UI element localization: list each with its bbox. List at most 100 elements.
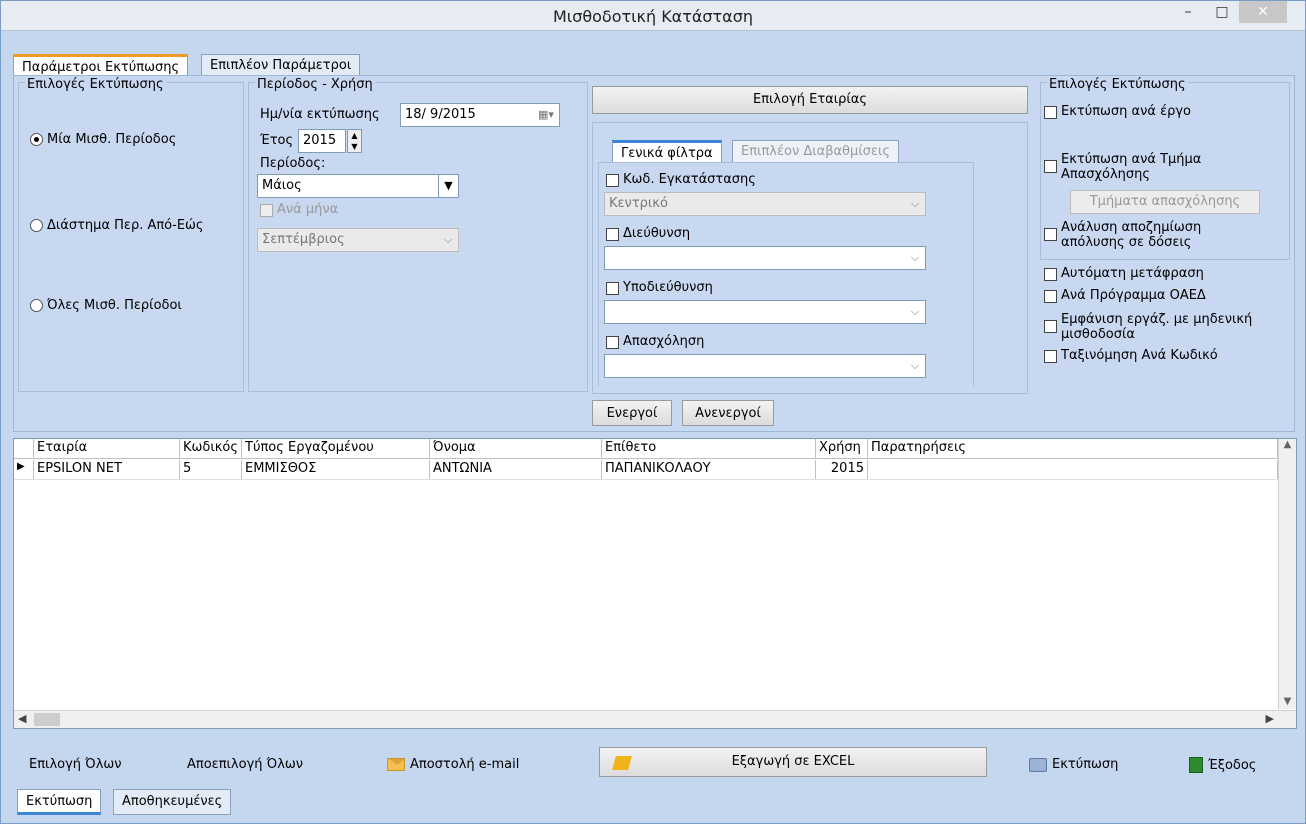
filter-direction-select[interactable]: ⌵ <box>604 246 926 270</box>
main-area: Παράμετροι Εκτύπωσης Επιπλέον Παράμετροι… <box>9 37 1299 821</box>
select-company-button[interactable]: Επιλογή Εταιρίας <box>592 86 1028 114</box>
table-cell[interactable] <box>868 460 1278 479</box>
tab-print-parameters[interactable]: Παράμετροι Εκτύπωσης <box>13 54 189 76</box>
exit-button[interactable]: Έξοδος <box>1189 757 1256 773</box>
per-dept-checkbox[interactable]: Εκτύπωση ανά Τμήμα Απασχόλησης <box>1044 152 1244 182</box>
column-header[interactable]: Όνομα <box>430 439 602 458</box>
exit-label: Έξοδος <box>1208 757 1257 773</box>
zero-pay-checkbox[interactable]: Εμφάνιση εργάζ. με μηδενική μισθοδοσία <box>1044 312 1284 342</box>
chevron-down-icon: ⌵ <box>910 305 920 318</box>
calendar-icon[interactable]: ▦▾ <box>533 104 559 126</box>
table-cell[interactable]: 5 <box>180 460 242 479</box>
column-header[interactable]: Επίθετο <box>602 439 816 458</box>
chevron-down-icon: ⌵ <box>910 359 920 372</box>
filter-label: Υποδιεύθυνση <box>623 280 713 295</box>
deselect-all-link[interactable]: Αποεπιλογή Όλων <box>187 757 303 772</box>
column-header[interactable]: Τύπος Εργαζομένου <box>242 439 430 458</box>
checkbox-label: Αυτόματη μετάφραση <box>1061 266 1204 281</box>
print-options-title: Επιλογές Εκτύπωσης <box>25 77 166 92</box>
tab-general-filters[interactable]: Γενικά φίλτρα <box>612 140 722 162</box>
departments-button[interactable]: Τμήματα απασχόλησης <box>1070 190 1260 214</box>
chevron-down-icon: ⌵ <box>443 233 453 246</box>
checkbox-box <box>1044 320 1057 333</box>
table-cell[interactable]: ΕΜΜΙΣΘΟΣ <box>242 460 430 479</box>
print-button[interactable]: Εκτύπωση <box>1029 757 1118 772</box>
scroll-up-icon[interactable]: ▲ <box>1279 439 1296 450</box>
radio-all-periods[interactable]: Όλες Μισθ. Περίοδοι <box>30 298 182 313</box>
excel-icon <box>612 756 632 770</box>
select-all-link[interactable]: Επιλογή Όλων <box>29 757 122 772</box>
oaed-checkbox[interactable]: Ανά Πρόγραμμα ΟΑΕΔ <box>1044 288 1206 303</box>
chevron-down-icon[interactable]: ▼ <box>438 175 458 197</box>
checkbox-box <box>606 228 619 241</box>
tab-extra-levels[interactable]: Επιπλέον Διαβαθμίσεις <box>732 140 899 162</box>
scroll-thumb[interactable] <box>34 713 60 726</box>
tab-extra-parameters[interactable]: Επιπλέον Παράμετροι <box>201 54 361 76</box>
window-title: Μισθοδοτική Κατάσταση <box>552 7 754 26</box>
auto-translate-checkbox[interactable]: Αυτόματη μετάφραση <box>1044 266 1204 281</box>
column-header[interactable]: Κωδικός <box>180 439 242 458</box>
checkbox-box <box>606 174 619 187</box>
checkbox-label: Εκτύπωση ανά έργο <box>1061 104 1192 119</box>
sort-code-checkbox[interactable]: Ταξινόμηση Ανά Κωδικό <box>1044 348 1218 363</box>
tab-print[interactable]: Εκτύπωση <box>17 789 102 815</box>
year-spinner[interactable]: 2015 <box>298 129 346 153</box>
filter-direction-checkbox[interactable]: Διεύθυνση <box>606 226 690 241</box>
table-row[interactable]: ▶ EPSILON NET 5 ΕΜΜΙΣΘΟΣ ΑΝΤΩΝΙΑ ΠΑΠΑΝΙΚ… <box>14 460 1278 480</box>
print-options-group: Επιλογές Εκτύπωσης <box>18 77 244 392</box>
table-cell[interactable]: EPSILON NET <box>34 460 180 479</box>
tab-saved[interactable]: Αποθηκευμένες <box>113 789 232 815</box>
scroll-down-icon[interactable]: ▼ <box>1279 696 1296 707</box>
filter-value: Κεντρικό <box>609 196 668 211</box>
print-label: Εκτύπωση <box>1052 757 1119 772</box>
table-cell[interactable]: 2015 <box>816 460 868 479</box>
checkbox-box <box>1044 228 1057 241</box>
severance-checkbox[interactable]: Ανάλυση αποζημίωση απόλυσης σε δόσεις <box>1044 220 1244 250</box>
minimize-button[interactable]: – <box>1173 1 1203 23</box>
year-spin-icon[interactable]: ▲ ▼ <box>347 129 362 153</box>
filter-subdirection-select[interactable]: ⌵ <box>604 300 926 324</box>
checkbox-label: Ανάλυση αποζημίωση απόλυσης σε δόσεις <box>1061 220 1202 250</box>
close-button[interactable]: ✕ <box>1239 1 1287 23</box>
inactive-button[interactable]: Ανενεργοί <box>682 400 774 426</box>
active-button[interactable]: Ενεργοί <box>592 400 672 426</box>
send-email-button[interactable]: Αποστολή e-mail <box>387 757 519 772</box>
checkbox-box <box>1044 106 1057 119</box>
period-select[interactable]: Μάιος ▼ <box>257 174 459 198</box>
print-date-field[interactable]: 18/ 9/2015 ▦▾ <box>400 103 560 127</box>
radio-single-period[interactable]: Μία Μισθ. Περίοδος <box>30 132 176 147</box>
column-header[interactable]: Εταιρία <box>34 439 180 458</box>
row-indicator-header <box>14 439 34 458</box>
radio-label: Μία Μισθ. Περίοδος <box>47 132 177 147</box>
filter-installation-select[interactable]: Κεντρικό ⌵ <box>604 192 926 216</box>
checkbox-box <box>260 204 273 217</box>
filter-employment-select[interactable]: ⌵ <box>604 354 926 378</box>
scroll-left-icon[interactable]: ◀ <box>18 712 26 725</box>
to-month-value: Σεπτέμβριος <box>262 232 345 247</box>
checkbox-label: Εκτύπωση ανά Τμήμα Απασχόλησης <box>1061 152 1202 182</box>
filter-installation-checkbox[interactable]: Κωδ. Εγκατάστασης <box>606 172 756 187</box>
maximize-button[interactable]: □ <box>1207 1 1237 23</box>
scroll-right-icon[interactable]: ▶ <box>1266 712 1274 725</box>
filter-subdirection-checkbox[interactable]: Υποδιεύθυνση <box>606 280 713 295</box>
envelope-icon <box>387 758 405 771</box>
horizontal-scrollbar[interactable]: ◀ ▶ <box>14 710 1296 728</box>
column-header[interactable]: Χρήση <box>816 439 868 458</box>
per-month-label: Ανά μήνα <box>277 202 339 217</box>
vertical-scrollbar[interactable]: ▲ ▼ <box>1278 439 1296 709</box>
table-cell[interactable]: ΑΝΤΩΝΙΑ <box>430 460 602 479</box>
table-cell[interactable]: ΠΑΠΑΝΙΚΟΛΑΟΥ <box>602 460 816 479</box>
chevron-down-icon: ⌵ <box>910 251 920 264</box>
column-header[interactable]: Παρατηρήσεις <box>868 439 1278 458</box>
per-project-checkbox[interactable]: Εκτύπωση ανά έργο <box>1044 104 1191 119</box>
period-value: Μάιος <box>262 178 302 193</box>
filter-employment-checkbox[interactable]: Απασχόληση <box>606 334 704 349</box>
per-month-checkbox[interactable]: Ανά μήνα <box>260 202 338 217</box>
to-month-select[interactable]: Σεπτέμβριος ⌵ <box>257 228 459 252</box>
checkbox-box <box>1044 268 1057 281</box>
checkbox-label: Ταξινόμηση Ανά Κωδικό <box>1061 348 1218 363</box>
year-value: 2015 <box>303 133 337 148</box>
export-excel-label: Εξαγωγή σε EXCEL <box>731 754 855 769</box>
radio-period-range[interactable]: Διάστημα Περ. Από-Εώς <box>30 218 204 233</box>
export-excel-button[interactable]: Εξαγωγή σε EXCEL <box>599 747 987 777</box>
